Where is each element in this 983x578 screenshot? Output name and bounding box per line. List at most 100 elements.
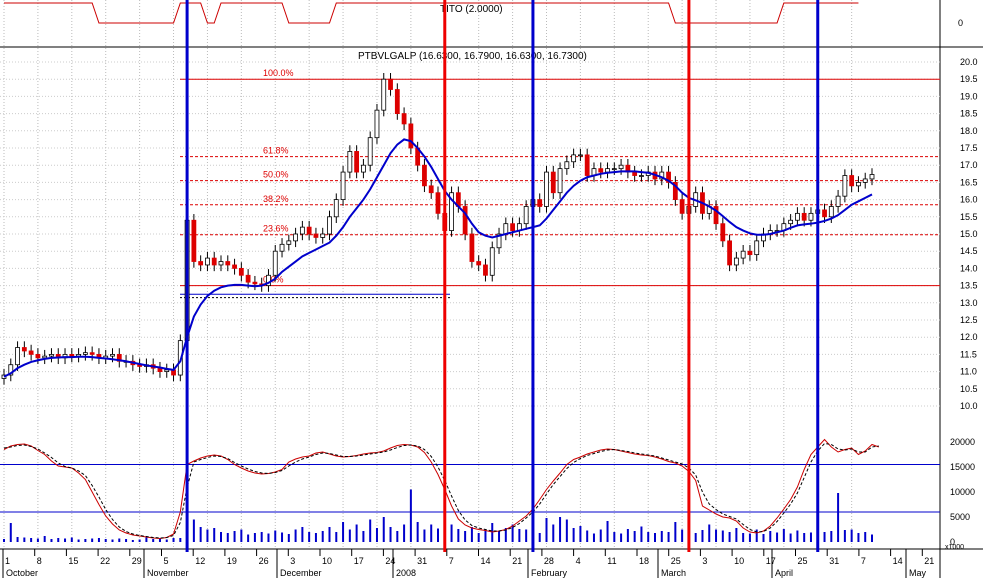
candle-body (469, 233, 475, 262)
volume-bar (348, 529, 351, 542)
volume-bar (57, 538, 60, 542)
candle-body (788, 219, 794, 225)
volume-bar (416, 522, 419, 542)
price-tick-label: 17.0 (960, 160, 978, 170)
candle-body (82, 352, 88, 355)
volume-bar (335, 532, 338, 542)
volume-bar (226, 533, 229, 542)
volume-bar (498, 531, 501, 542)
price-tick-label: 13.0 (960, 298, 978, 308)
volume-bar (172, 538, 175, 542)
volume-bar (192, 519, 195, 542)
candle-body (272, 250, 278, 276)
volume-bar (647, 532, 650, 542)
price-tick-label: 12.0 (960, 332, 978, 342)
volume-bar (559, 517, 562, 542)
price-tick-label: 19.5 (960, 74, 978, 84)
x-tick-label: 11 (607, 556, 616, 566)
volume-bar (735, 528, 738, 542)
price-tick-label: 13.5 (960, 281, 978, 291)
x-tick-label: 10 (322, 556, 332, 566)
candle-body (374, 109, 380, 139)
candle-body (510, 223, 515, 231)
volume-bar (179, 538, 182, 542)
candle-body (605, 168, 610, 173)
x-tick-label: 3 (290, 556, 295, 566)
candle-body (333, 199, 339, 218)
volume-bar (518, 529, 521, 542)
volume-bar (796, 530, 799, 542)
candle-body (394, 89, 400, 114)
price-title: PTBVLGALP (16.6300, 16.7900, 16.6300, 16… (358, 51, 587, 62)
chart-background (0, 0, 983, 578)
volume-bar (782, 529, 785, 542)
volume-bar (789, 533, 792, 542)
volume-bar (274, 530, 277, 542)
volume-bar (620, 533, 623, 542)
volume-bar (375, 528, 378, 542)
volume-bar (281, 532, 284, 542)
candle-body (740, 250, 746, 259)
volume-bar (9, 523, 12, 542)
volume-bar (599, 529, 602, 542)
x-tick-label: 25 (798, 556, 808, 566)
volume-bar (823, 532, 826, 542)
x-tick-label: 25 (671, 556, 681, 566)
volume-bar (654, 533, 656, 542)
volume-bar (850, 529, 853, 542)
volume-bar (152, 539, 155, 542)
candle-body (727, 240, 732, 266)
volume-bar (247, 534, 250, 542)
candle-body (578, 154, 583, 157)
volume-bar (552, 524, 555, 542)
volume-bar (721, 530, 724, 542)
volume-bar (91, 538, 94, 542)
volume-bar (728, 532, 731, 542)
candle-body (15, 347, 20, 366)
volume-bar (125, 539, 128, 542)
x-tick-label: 8 (37, 556, 42, 566)
volume-bar (70, 537, 73, 542)
x-tick-label: 15 (68, 556, 78, 566)
volume-bar (748, 533, 751, 542)
x-tick-label: 7 (861, 556, 866, 566)
candle-body (408, 123, 414, 149)
volume-bar (240, 529, 243, 542)
volume-bar (464, 531, 467, 542)
candle-body (354, 151, 360, 173)
volume-bar (111, 539, 114, 542)
volume-bar (131, 540, 134, 542)
price-tick-label: 14.5 (960, 246, 978, 256)
candle-body (69, 353, 75, 357)
volume-bar (613, 532, 616, 542)
month-label: April (775, 568, 793, 578)
volume-bar (118, 538, 121, 542)
candle-body (361, 164, 366, 173)
volume-bar (715, 529, 718, 542)
volume-bar (586, 530, 589, 542)
volume-bar (355, 524, 358, 542)
x-tick-label: 5 (164, 556, 169, 566)
candle-body (618, 164, 624, 170)
volume-bar (321, 531, 324, 542)
candle-body (21, 347, 27, 352)
candle-body (822, 209, 827, 218)
volume-bar (389, 527, 392, 542)
volume-bar (158, 538, 161, 542)
volume-bar (409, 489, 412, 542)
price-tick-label: 11.0 (960, 367, 977, 377)
x-tick-label: 17 (354, 556, 364, 566)
candle-body (544, 171, 549, 207)
candle-body (28, 350, 34, 355)
x-tick-label: 7 (449, 556, 454, 566)
volume-bar (640, 526, 643, 542)
volume-bar (30, 538, 33, 542)
volume-bar (77, 539, 80, 542)
volume-tick-label: 10000 (950, 487, 975, 497)
price-tick-label: 12.5 (960, 315, 978, 325)
candle-body (89, 352, 95, 355)
candle-body (849, 175, 855, 187)
x-tick-label: 21 (512, 556, 522, 566)
volume-bar (667, 532, 670, 542)
candle-body (428, 185, 434, 194)
